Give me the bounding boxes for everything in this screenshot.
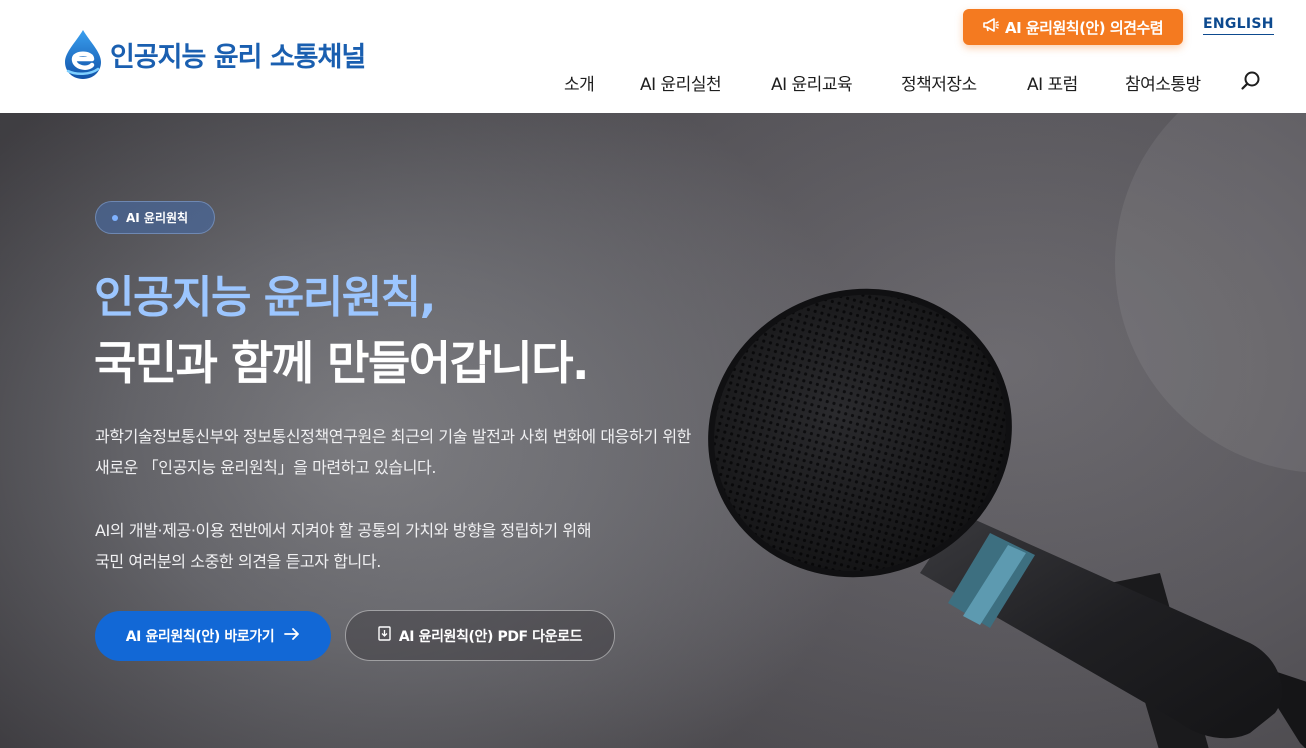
- primary-button-label: AI 윤리원칙(안) 바로가기: [125, 629, 275, 645]
- document-download-icon: [378, 626, 391, 645]
- ai-ethics-badge: AI 윤리원칙: [95, 201, 215, 234]
- nav-item-intro[interactable]: 소개: [564, 70, 595, 95]
- english-link[interactable]: ENGLISH: [1203, 16, 1274, 35]
- opinion-collection-button[interactable]: AI 윤리원칙(안) 의견수렴: [963, 9, 1183, 45]
- site-header: 인공지능 윤리 소통채널 AI 윤리원칙(안) 의견수렴 ENGLISH 소개 …: [0, 0, 1306, 113]
- download-pdf-button[interactable]: AI 윤리원칙(안) PDF 다운로드: [345, 610, 615, 661]
- nav-item-participation[interactable]: 참여소통방: [1125, 70, 1201, 95]
- hero-section: AI 윤리원칙 인공지능 윤리원칙, 국민과 함께 만들어갑니다. 과학기술정보…: [0, 113, 1306, 748]
- nav-item-ai-ethics-practice[interactable]: AI 윤리실천: [640, 70, 722, 95]
- hero-description-line-3: AI의 개발·제공·이용 전반에서 지켜야 할 공통의 가치와 방향을 정립하기…: [95, 521, 592, 540]
- hero-headline-line-2: 국민과 함께 만들어갑니다.: [94, 336, 590, 390]
- go-to-ethics-principles-button[interactable]: AI 윤리원칙(안) 바로가기: [95, 611, 331, 661]
- logo-text: 인공지능 윤리 소통채널: [110, 41, 366, 73]
- badge-dot: [112, 214, 118, 221]
- secondary-button-label: AI 윤리원칙(안) PDF 다운로드: [398, 628, 583, 645]
- search-icon[interactable]: [1240, 70, 1262, 92]
- nav-item-policy-archive[interactable]: 정책저장소: [901, 70, 977, 95]
- megaphone-icon: [983, 18, 1000, 36]
- microphone-image: [708, 288, 1306, 748]
- badge-label: AI 윤리원칙: [126, 211, 189, 225]
- nav-item-ai-forum[interactable]: AI 포럼: [1027, 70, 1078, 95]
- arrow-right-icon: [284, 628, 300, 644]
- hero-description-line-4: 국민 여러분의 소중한 의견을 듣고자 합니다.: [95, 552, 381, 571]
- hero-description-line-2: 새로운 「인공지능 윤리원칙」을 마련하고 있습니다.: [95, 458, 437, 477]
- nav-item-ai-ethics-education[interactable]: AI 윤리교육: [771, 70, 853, 95]
- hero-description-line-1: 과학기술정보통신부와 정보통신정책연구원은 최근의 기술 발전과 사회 변화에 …: [95, 427, 691, 446]
- main-nav: 소개 AI 윤리실천 AI 윤리교육 정책저장소 AI 포럼 참여소통방: [0, 70, 1306, 95]
- opinion-button-label: AI 윤리원칙(안) 의견수렴: [1004, 18, 1164, 37]
- hero-headline-line-1: 인공지능 윤리원칙,: [94, 272, 436, 323]
